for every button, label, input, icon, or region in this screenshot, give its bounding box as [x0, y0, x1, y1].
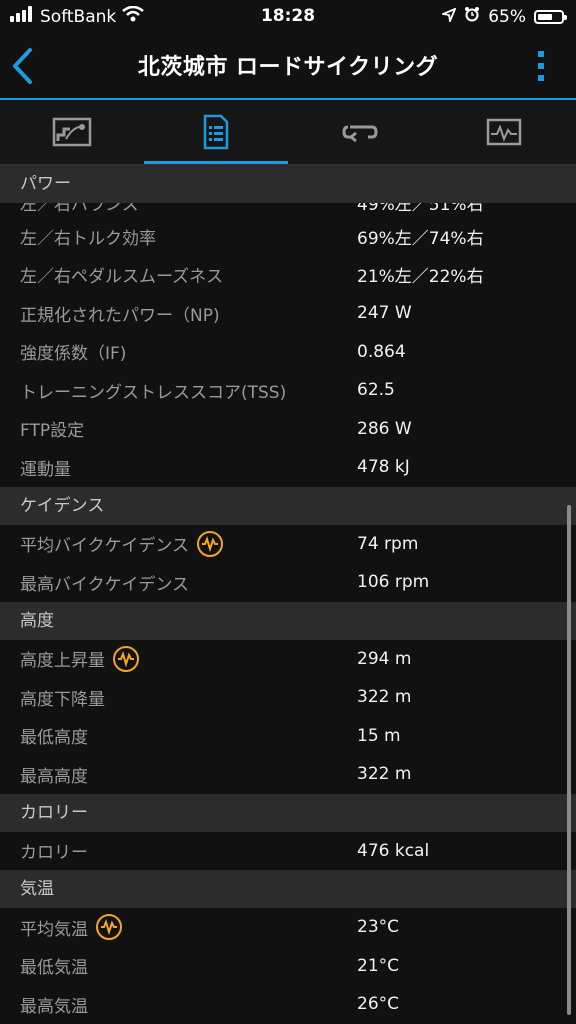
- stat-label: 左／右バランス: [20, 203, 139, 215]
- stat-value: 21°C: [357, 955, 400, 976]
- alarm-icon: [464, 6, 480, 27]
- status-bar: SoftBank 18:28 65%: [0, 0, 576, 32]
- stat-value: 247 W: [357, 303, 412, 324]
- tab-bar: [0, 100, 576, 164]
- stat-row: カロリー 476 kcal: [0, 832, 576, 871]
- stat-label-wrap: 平均気温: [20, 914, 122, 941]
- stat-row[interactable]: 平均バイクケイデンス 74 rpm: [0, 525, 576, 564]
- stat-label-wrap: 平均バイクケイデンス: [20, 530, 223, 557]
- laps-tab[interactable]: [288, 100, 432, 164]
- stat-label: 最高高度: [20, 766, 88, 787]
- stat-row[interactable]: 平均気温 23°C: [0, 908, 576, 947]
- page-title: 北茨城市 ロードサイクリング: [137, 55, 439, 80]
- stat-label: 高度下降量: [20, 689, 105, 710]
- stats-list[interactable]: パワー 左／右バランス 49%左／51%右 左／右トルク効率 69%左／74%右…: [0, 165, 576, 1024]
- stat-label: カロリー: [20, 843, 88, 864]
- stat-label: 平均気温: [20, 919, 88, 940]
- stat-label: 高度上昇量: [20, 651, 105, 672]
- stat-value: 15 m: [357, 725, 401, 746]
- stat-value: 106 rpm: [357, 572, 430, 593]
- app-header: 北茨城市 ロードサイクリング: [0, 32, 576, 98]
- stat-label: 左／右トルク効率: [20, 228, 156, 249]
- stat-label: 最高気温: [20, 996, 88, 1017]
- stat-value: 478 kJ: [357, 457, 410, 478]
- section-header-temperature: 気温: [0, 870, 576, 908]
- charts-tab[interactable]: [432, 100, 576, 164]
- stat-row: 正規化されたパワー（NP) 247 W: [0, 294, 576, 333]
- graph-icon: [486, 118, 522, 146]
- battery-icon: [534, 9, 567, 24]
- section-header-elevation: 高度: [0, 601, 576, 640]
- section-header-cadence: ケイデンス: [0, 486, 576, 525]
- stat-row: 強度係数（IF) 0.864: [0, 333, 576, 372]
- stat-label: 最高バイクケイデンス: [20, 574, 189, 595]
- battery-percentage: 65%: [488, 6, 526, 27]
- stat-value: 26°C: [357, 994, 400, 1015]
- stat-value: 322 m: [357, 687, 412, 708]
- stat-value: 0.864: [357, 341, 406, 362]
- stat-row: 最高気温 26°C: [0, 985, 576, 1024]
- stat-row: トレーニングストレススコア(TSS) 62.5: [0, 371, 576, 410]
- stat-label: 最低気温: [20, 958, 88, 979]
- stat-row: 高度下降量 322 m: [0, 678, 576, 717]
- stat-value: 62.5: [357, 380, 395, 401]
- chart-wave-icon[interactable]: [196, 530, 223, 557]
- stat-row: 左／右ペダルスムーズネス 21%左／22%右: [0, 256, 576, 295]
- map-chart-icon: [52, 117, 92, 147]
- location-icon: [439, 6, 457, 27]
- stat-row: 最高高度 322 m: [0, 755, 576, 794]
- stat-row: 最低気温 21°C: [0, 947, 576, 986]
- stat-label: 強度係数（IF): [20, 344, 127, 365]
- stat-value: 74 rpm: [357, 533, 419, 554]
- stat-label: FTP設定: [20, 421, 85, 442]
- more-menu-button[interactable]: [536, 46, 546, 86]
- document-list-icon: [203, 114, 229, 150]
- stat-label: 運動量: [20, 459, 71, 480]
- stat-row-partial: 左／右バランス 49%左／51%右: [0, 203, 576, 217]
- stat-row: 左／右トルク効率 69%左／74%右: [0, 217, 576, 256]
- stat-row: FTP設定 286 W: [0, 410, 576, 449]
- scrollbar[interactable]: [567, 505, 571, 1015]
- chart-wave-icon[interactable]: [96, 914, 122, 941]
- chevron-left-icon: [13, 48, 32, 84]
- back-button[interactable]: [10, 46, 40, 86]
- stat-value: 49%左／51%右: [357, 203, 484, 215]
- stats-tab[interactable]: [144, 100, 288, 164]
- stat-row: 運動量 478 kJ: [0, 448, 576, 487]
- stat-row[interactable]: 高度上昇量 294 m: [0, 640, 576, 679]
- chart-wave-icon[interactable]: [113, 645, 139, 672]
- stat-value: 286 W: [357, 418, 412, 439]
- stat-label: 最低高度: [20, 728, 88, 749]
- section-header-calories: カロリー: [0, 793, 576, 832]
- stat-row: 最高バイクケイデンス 106 rpm: [0, 563, 576, 602]
- overview-tab[interactable]: [0, 100, 144, 164]
- stat-value: 23°C: [357, 917, 400, 938]
- stat-value: 21%左／22%右: [357, 267, 484, 288]
- section-header-power: パワー: [0, 165, 576, 203]
- stat-label-wrap: 高度上昇量: [20, 645, 139, 672]
- stat-value: 69%左／74%右: [357, 228, 484, 249]
- stat-row: 最低高度 15 m: [0, 717, 576, 756]
- stat-value: 322 m: [357, 764, 412, 785]
- battery-level: [538, 13, 552, 20]
- loop-arrows-icon: [342, 125, 378, 143]
- stat-value: 294 m: [357, 648, 412, 669]
- stat-label: 左／右ペダルスムーズネス: [20, 267, 224, 288]
- vertical-dots-icon: [538, 51, 544, 81]
- stat-label: 平均バイクケイデンス: [20, 536, 189, 557]
- stat-label: 正規化されたパワー（NP): [20, 305, 220, 326]
- stat-label: トレーニングストレススコア(TSS): [20, 382, 287, 403]
- stat-value: 476 kcal: [357, 840, 430, 861]
